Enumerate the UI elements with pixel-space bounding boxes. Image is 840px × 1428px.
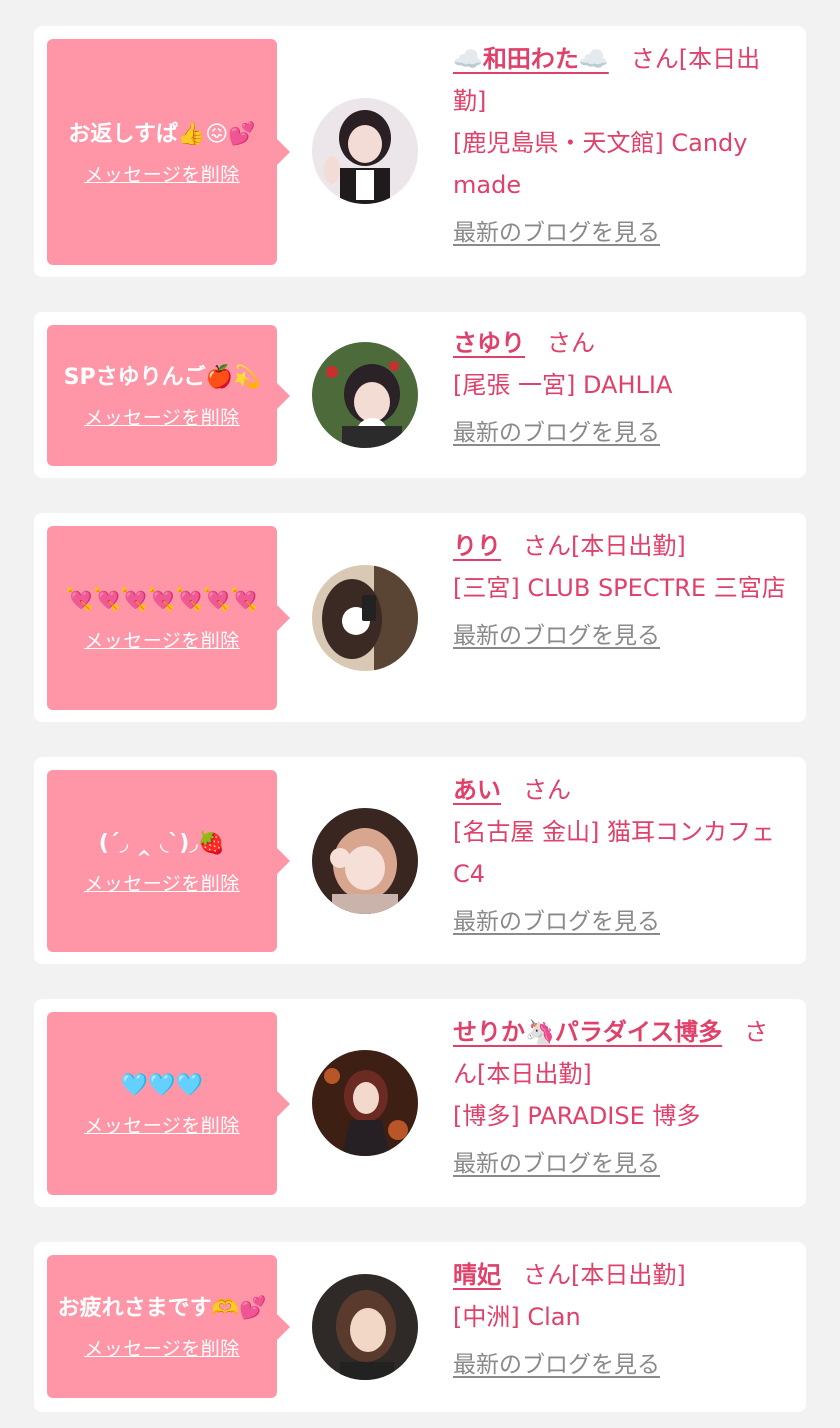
shop-info: [名古屋 金山] 猫耳コンカフェ C4: [453, 818, 775, 888]
message-text: SPさゆりんご🍎💫: [63, 365, 261, 390]
shop-info: [博多] PARADISE 博多: [453, 1102, 701, 1130]
cast-info: ☁️和田わた☁️ さん[本日出勤] [鹿児島県・天文館] Candy made 最…: [453, 38, 788, 254]
favorite-card: (ˊ◞ ‸ ◟ˋ)◞🍓 メッセージを削除 あい さん [名古屋 金山] 猫耳コンカ…: [34, 757, 806, 964]
honorific: さん: [523, 776, 571, 804]
cast-info: りり さん[本日出勤] [三宮] CLUB SPECTRE 三宮店 最新のブログを…: [453, 525, 788, 657]
latest-blog-link[interactable]: 最新のブログを見る: [453, 212, 660, 254]
delete-message-link[interactable]: メッセージを削除: [84, 403, 240, 430]
honorific: さん: [523, 532, 571, 560]
shop-info: [三宮] CLUB SPECTRE 三宮店: [453, 574, 786, 602]
cast-info: さゆり さん [尾張 一宮] DAHLIA 最新のブログを見る: [453, 322, 788, 454]
message-text: お疲れさまです🫶💕: [57, 1296, 267, 1321]
latest-blog-link[interactable]: 最新のブログを見る: [453, 1143, 660, 1185]
avatar[interactable]: [312, 1050, 418, 1156]
message-text: 💘💘💘💘💘💘💘: [66, 587, 258, 613]
message-text: 🩵🩵🩵: [120, 1073, 204, 1098]
honorific: さん: [630, 45, 679, 73]
cast-name-link[interactable]: 晴妃: [453, 1261, 501, 1289]
shop-info: [鹿児島県・天文館] Candy made: [453, 129, 748, 199]
shop-info: [中洲] Clan: [453, 1303, 581, 1331]
delete-message-link[interactable]: メッセージを削除: [84, 869, 240, 896]
attendance-status: [本日出勤]: [477, 1060, 592, 1088]
favorite-card: お疲れさまです🫶💕 メッセージを削除 晴妃 さん[本日出勤] [中洲] Clan …: [34, 1242, 806, 1412]
message-bubble: お返しすぱ👍😖💕 メッセージを削除: [47, 39, 290, 265]
latest-blog-link[interactable]: 最新のブログを見る: [453, 1344, 660, 1386]
delete-message-link[interactable]: メッセージを削除: [84, 626, 240, 653]
cast-name-link[interactable]: あい: [453, 776, 501, 804]
message-bubble: (ˊ◞ ‸ ◟ˋ)◞🍓 メッセージを削除: [47, 770, 290, 952]
avatar[interactable]: [312, 1274, 418, 1380]
honorific: さん: [547, 329, 595, 357]
attendance-status: [本日出勤]: [571, 532, 686, 560]
favorite-card: 💘💘💘💘💘💘💘 メッセージを削除 りり さん[本日出勤] [三宮] CLUB SP…: [34, 513, 806, 722]
message-bubble: 🩵🩵🩵 メッセージを削除: [47, 1012, 290, 1195]
latest-blog-link[interactable]: 最新のブログを見る: [453, 412, 660, 454]
favorite-card: 🩵🩵🩵 メッセージを削除 せりか🦄パラダイス博多 さん[本日出勤] [博多] PA…: [34, 999, 806, 1207]
cast-name-link[interactable]: さゆり: [453, 329, 525, 357]
cast-info: せりか🦄パラダイス博多 さん[本日出勤] [博多] PARADISE 博多 最新の…: [453, 1011, 788, 1185]
cast-name-link[interactable]: ☁️和田わた☁️: [453, 45, 609, 73]
latest-blog-link[interactable]: 最新のブログを見る: [453, 615, 660, 657]
message-bubble: お疲れさまです🫶💕 メッセージを削除: [47, 1255, 290, 1398]
shop-info: [尾張 一宮] DAHLIA: [453, 371, 673, 399]
honorific: さん: [523, 1261, 571, 1289]
cast-name-link[interactable]: せりか🦄パラダイス博多: [453, 1018, 722, 1046]
message-bubble: SPさゆりんご🍎💫 メッセージを削除: [47, 325, 290, 466]
favorite-card: お返しすぱ👍😖💕 メッセージを削除 ☁️和田わた☁️ さん[本日出勤] [鹿児島県…: [34, 26, 806, 277]
favorite-card: SPさゆりんご🍎💫 メッセージを削除 さゆり さん [尾張 一宮] DAHLIA …: [34, 312, 806, 478]
avatar[interactable]: [312, 565, 418, 671]
message-bubble: 💘💘💘💘💘💘💘 メッセージを削除: [47, 526, 290, 710]
avatar[interactable]: [312, 808, 418, 914]
avatar[interactable]: [312, 342, 418, 448]
cast-info: 晴妃 さん[本日出勤] [中洲] Clan 最新のブログを見る: [453, 1254, 788, 1386]
cast-info: あい さん [名古屋 金山] 猫耳コンカフェ C4 最新のブログを見る: [453, 769, 788, 943]
latest-blog-link[interactable]: 最新のブログを見る: [453, 901, 660, 943]
attendance-status: [本日出勤]: [571, 1261, 686, 1289]
delete-message-link[interactable]: メッセージを削除: [84, 1334, 240, 1361]
delete-message-link[interactable]: メッセージを削除: [84, 160, 240, 187]
delete-message-link[interactable]: メッセージを削除: [84, 1111, 240, 1138]
message-text: お返しすぱ👍😖💕: [68, 121, 256, 147]
cast-name-link[interactable]: りり: [453, 532, 501, 560]
avatar[interactable]: [312, 98, 418, 204]
message-text: (ˊ◞ ‸ ◟ˋ)◞🍓: [98, 830, 226, 856]
